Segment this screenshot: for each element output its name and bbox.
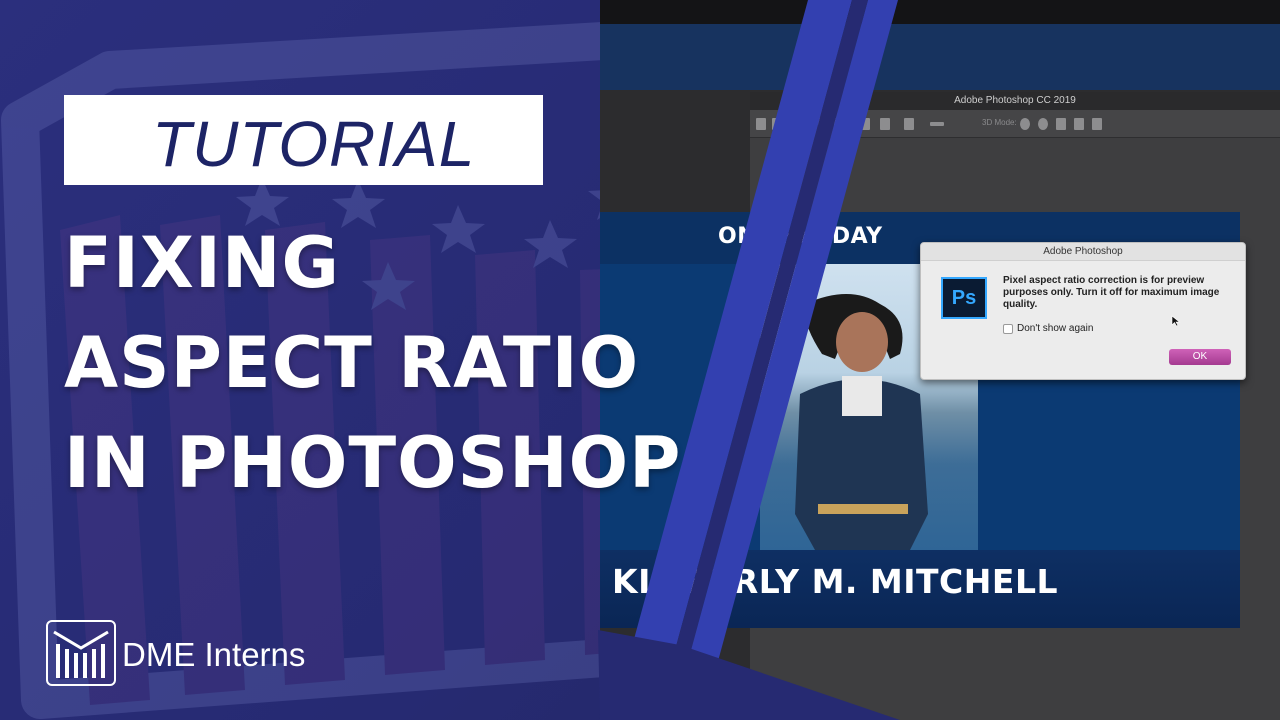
document-name-text: KIMBERLY M. MITCHELL	[612, 562, 1058, 601]
distribute-middle-icon[interactable]	[860, 118, 870, 130]
dme-logo-icon	[46, 620, 116, 686]
distribute-bottom-icon[interactable]	[880, 118, 890, 130]
document-header-text: ON THIS DAY	[718, 224, 883, 249]
3d-mode-label: 3D Mode:	[982, 118, 1017, 127]
more-options-icon[interactable]	[930, 122, 944, 126]
photoshop-screenshot: Adobe Photoshop CC 2019 3D Mode: ON THIS…	[600, 0, 1280, 720]
window-title: Adobe Photoshop CC 2019	[954, 95, 1076, 106]
headline-line-3: IN PHOTOSHOP	[64, 422, 682, 504]
3d-roll-icon[interactable]	[1038, 118, 1048, 130]
3d-orbit-icon[interactable]	[1020, 118, 1030, 130]
checkbox-box[interactable]	[1003, 324, 1013, 334]
alert-dialog: Adobe Photoshop Ps Pixel aspect ratio co…	[920, 242, 1246, 380]
dialog-title: Adobe Photoshop	[921, 243, 1245, 261]
3d-slide-icon[interactable]	[1074, 118, 1084, 130]
checkbox-label[interactable]: Don't show again	[1017, 323, 1093, 334]
align-right-icon[interactable]	[818, 118, 828, 130]
dialog-message: Pixel aspect ratio correction is for pre…	[1003, 275, 1220, 310]
options-bar: 3D Mode:	[750, 110, 1280, 138]
ps-logo-icon: Ps	[941, 277, 987, 319]
align-center-icon[interactable]	[772, 118, 782, 130]
tutorial-badge: TUTORIAL	[64, 95, 543, 185]
3d-scale-icon[interactable]	[1092, 118, 1102, 130]
window-title-bar: Adobe Photoshop CC 2019	[750, 92, 1280, 110]
headline-line-2: ASPECT RATIO	[64, 322, 640, 404]
distribute-horizontal-icon[interactable]	[904, 118, 914, 130]
brand-name: DME Interns	[122, 636, 306, 673]
desktop-strip	[600, 24, 1280, 90]
align-left-icon[interactable]	[756, 118, 766, 130]
mouse-cursor-icon	[1171, 315, 1181, 327]
menu-bar-region	[600, 0, 1280, 24]
distribute-top-icon[interactable]	[834, 118, 844, 130]
tutorial-label: TUTORIAL	[152, 108, 476, 180]
dont-show-again-checkbox[interactable]: Don't show again	[1003, 323, 1183, 337]
brand: DME Interns	[46, 620, 346, 688]
ok-button[interactable]: OK	[1169, 349, 1231, 365]
headline-line-1: FIXING	[64, 222, 340, 304]
3d-pan-icon[interactable]	[1056, 118, 1066, 130]
